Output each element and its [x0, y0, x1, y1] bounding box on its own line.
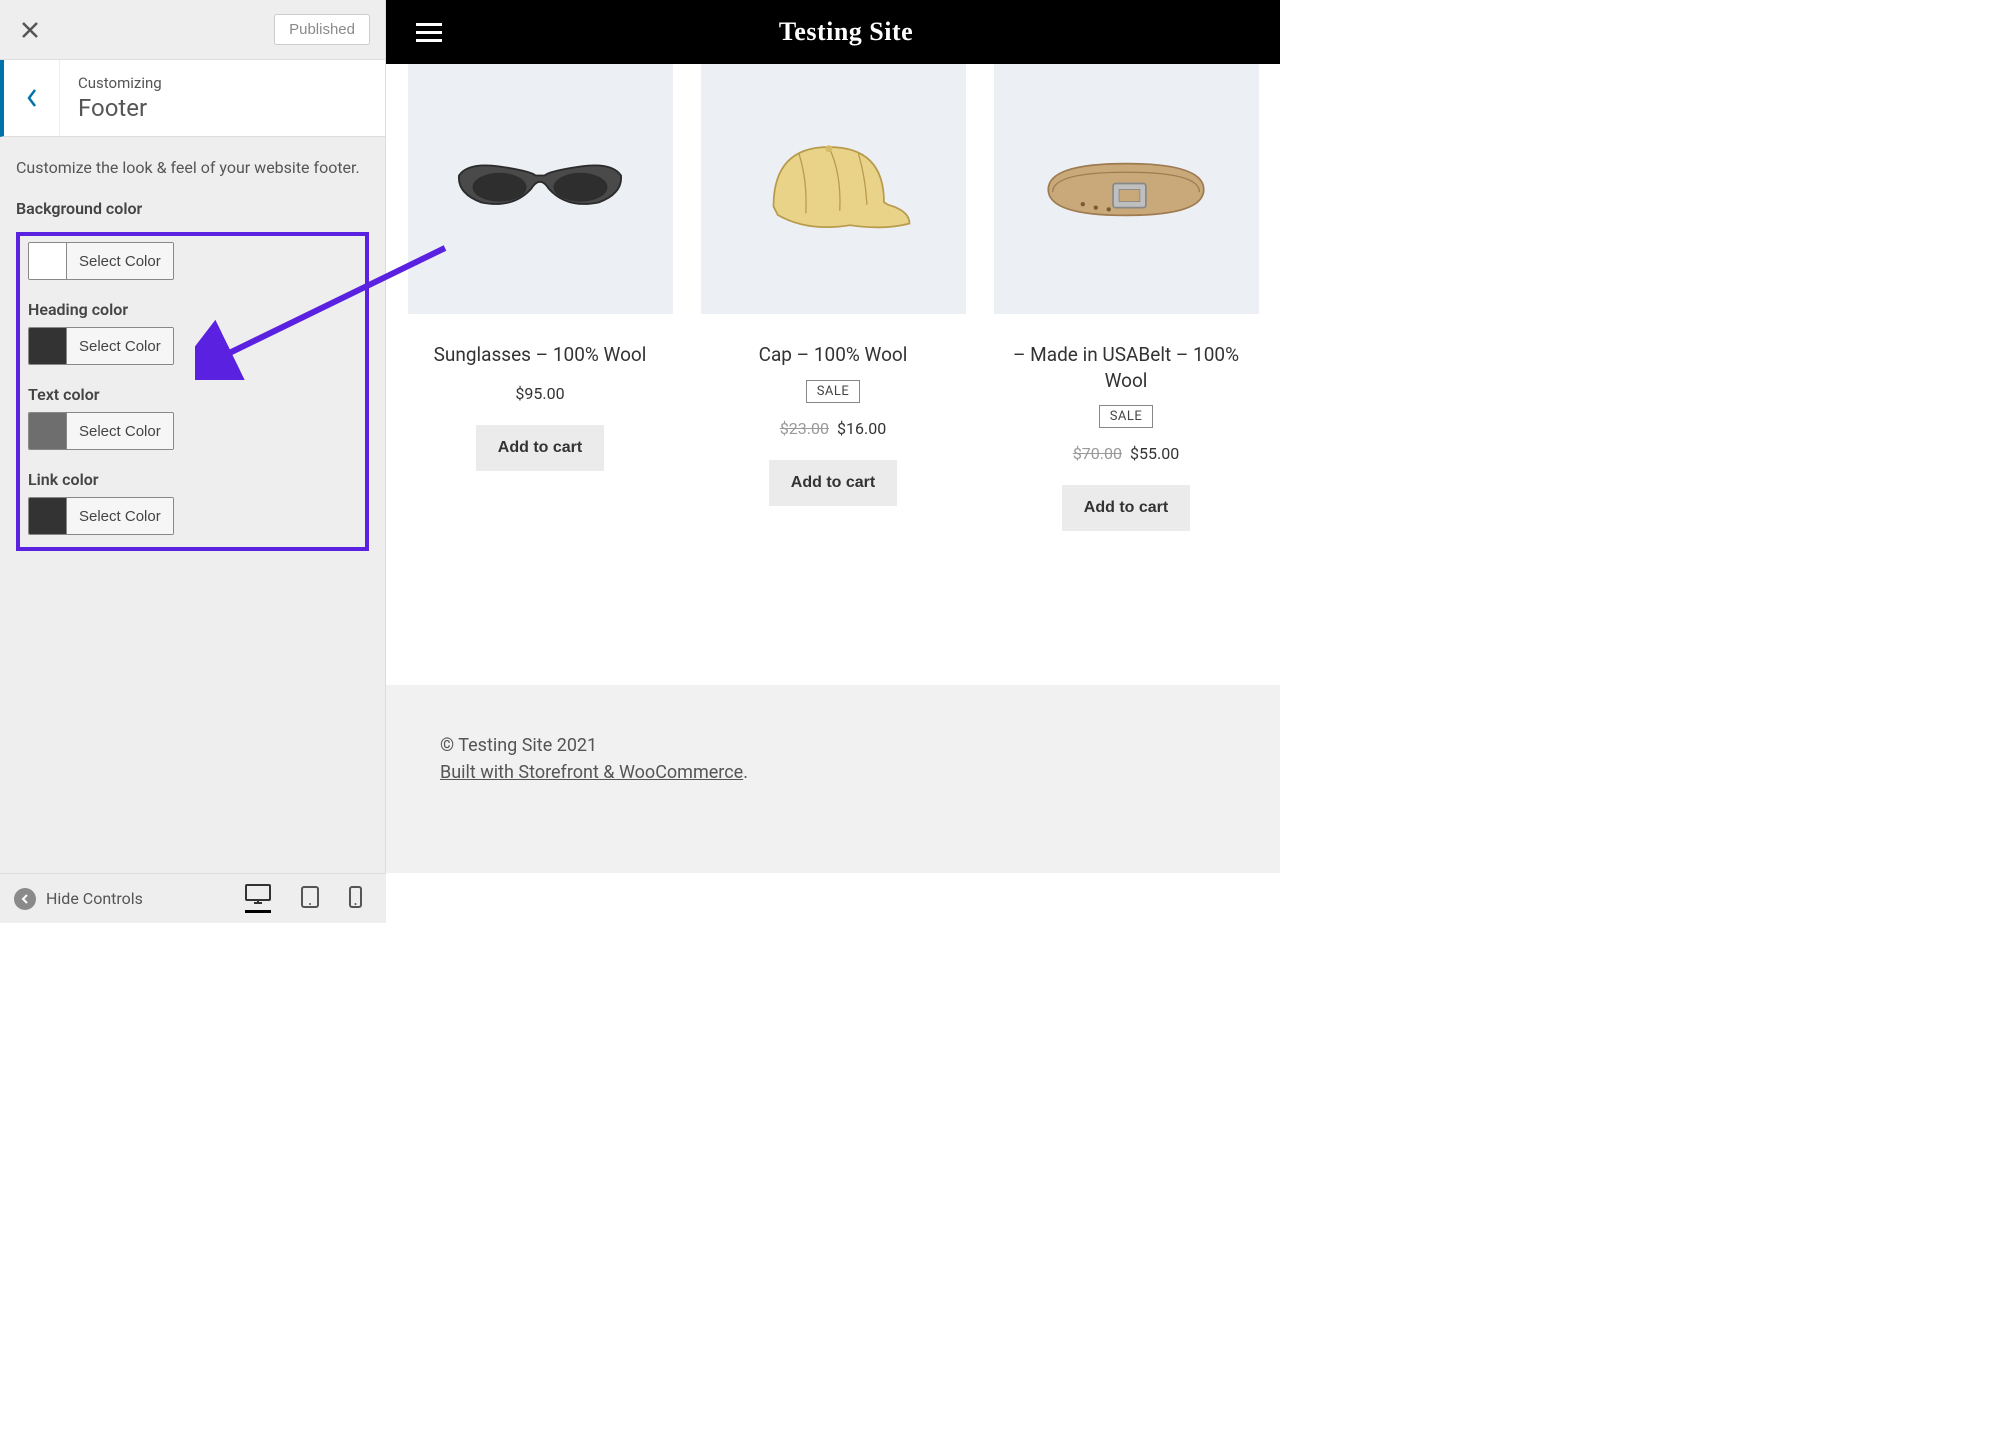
add-to-cart-button[interactable]: Add to cart — [476, 425, 604, 471]
chevron-left-icon — [26, 88, 38, 108]
background-color-swatch — [29, 243, 67, 279]
device-desktop-button[interactable] — [245, 884, 271, 913]
product-card: – Made in USABelt – 100% Wool SALE $70.0… — [994, 64, 1259, 685]
link-color-label: Link color — [28, 470, 357, 489]
text-color-control: Text color Select Color — [28, 385, 357, 450]
background-color-picker[interactable]: Select Color — [28, 242, 174, 280]
product-title: – Made in USABelt – 100% Wool — [994, 342, 1259, 393]
text-color-label: Text color — [28, 385, 357, 404]
link-color-picker[interactable]: Select Color — [28, 497, 174, 535]
site-title[interactable]: Testing Site — [442, 17, 1250, 47]
sidebar-topbar: Published — [0, 0, 385, 60]
hide-controls-label: Hide Controls — [46, 889, 143, 908]
panel-title: Footer — [78, 94, 162, 122]
annotation-highlight-box: Select Color Heading color Select Color … — [16, 232, 369, 551]
device-tablet-button[interactable] — [301, 886, 319, 912]
text-color-swatch — [29, 413, 67, 449]
publish-status-button[interactable]: Published — [274, 14, 370, 45]
sale-badge: SALE — [806, 380, 861, 403]
footer-period: . — [743, 762, 748, 783]
site-footer: © Testing Site 2021 Built with Storefron… — [386, 685, 1280, 873]
text-color-picker[interactable]: Select Color — [28, 412, 174, 450]
close-button[interactable] — [0, 0, 60, 59]
product-image[interactable] — [408, 64, 673, 314]
back-button[interactable] — [4, 60, 60, 136]
panel-supertitle: Customizing — [78, 74, 162, 92]
heading-select-color-button[interactable]: Select Color — [67, 328, 173, 364]
product-grid: Sunglasses – 100% Wool $95.00 Add to car… — [386, 64, 1280, 685]
close-icon — [20, 20, 40, 40]
heading-color-swatch — [29, 328, 67, 364]
product-title: Cap – 100% Wool — [701, 342, 966, 368]
product-title: Sunglasses – 100% Wool — [408, 342, 673, 368]
link-color-swatch — [29, 498, 67, 534]
device-switcher — [245, 884, 372, 913]
product-price: $95.00 — [408, 384, 673, 403]
hamburger-icon — [416, 23, 442, 26]
panel-description: Customize the look & feel of your websit… — [16, 157, 369, 179]
collapse-icon — [14, 888, 36, 910]
product-card: Sunglasses – 100% Wool $95.00 Add to car… — [408, 64, 673, 685]
sale-badge: SALE — [1099, 405, 1154, 428]
belt-icon — [1031, 142, 1221, 237]
panel-body: Customize the look & feel of your websit… — [0, 137, 385, 873]
footer-credit-link[interactable]: Built with Storefront & WooCommerce — [440, 762, 743, 783]
site-header: Testing Site — [386, 0, 1280, 64]
site-preview: Testing Site Sunglasses – 100% Wool $95.… — [386, 0, 1280, 873]
link-select-color-button[interactable]: Select Color — [67, 498, 173, 534]
text-select-color-button[interactable]: Select Color — [67, 413, 173, 449]
product-card: Cap – 100% Wool SALE $23.00$16.00 Add to… — [701, 64, 966, 685]
heading-color-picker[interactable]: Select Color — [28, 327, 174, 365]
heading-color-label: Heading color — [28, 300, 357, 319]
customizer-bottombar: Hide Controls — [0, 873, 386, 923]
background-color-label: Background color — [16, 199, 369, 218]
product-image[interactable] — [701, 64, 966, 314]
mobile-icon — [349, 886, 362, 908]
menu-toggle-button[interactable] — [416, 23, 442, 42]
customizer-sidebar: Published Customizing Footer Customize t… — [0, 0, 386, 873]
desktop-icon — [245, 884, 271, 906]
link-color-control: Link color Select Color — [28, 470, 357, 535]
panel-header: Customizing Footer — [0, 60, 385, 137]
cap-icon — [748, 130, 918, 249]
product-price: $70.00$55.00 — [994, 444, 1259, 463]
background-color-control: Background color — [16, 199, 369, 218]
add-to-cart-button[interactable]: Add to cart — [769, 460, 897, 506]
tablet-icon — [301, 886, 319, 908]
sunglasses-icon — [450, 153, 630, 225]
heading-color-control: Heading color Select Color — [28, 300, 357, 365]
device-mobile-button[interactable] — [349, 886, 362, 912]
background-select-color-button[interactable]: Select Color — [67, 243, 173, 279]
hide-controls-button[interactable]: Hide Controls — [14, 888, 143, 910]
product-price: $23.00$16.00 — [701, 419, 966, 438]
product-image[interactable] — [994, 64, 1259, 314]
add-to-cart-button[interactable]: Add to cart — [1062, 485, 1190, 531]
footer-copyright: © Testing Site 2021 — [440, 735, 1226, 756]
